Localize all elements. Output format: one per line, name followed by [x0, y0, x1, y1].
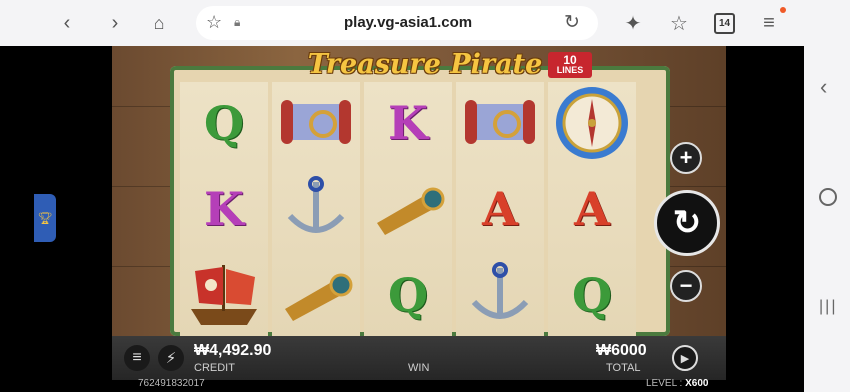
symbol-ship-icon	[180, 254, 268, 336]
credit-label: CREDIT	[194, 362, 235, 374]
reel-4: A	[456, 82, 544, 344]
lines-label: LINES	[556, 65, 584, 75]
notification-dot	[780, 7, 786, 13]
nav-home-icon[interactable]	[819, 188, 837, 206]
symbol-a: A	[482, 182, 518, 236]
status-bar: 762491832017 LEVEL : X600	[112, 378, 726, 392]
increase-bet-button[interactable]: +	[670, 142, 702, 174]
symbol-scroll-icon	[272, 82, 360, 164]
address-bar[interactable]: ☆ 🔒︎ play.vg-asia1.com ↻	[196, 6, 598, 40]
symbol-anchor-icon	[272, 168, 360, 250]
level-label: LEVEL :	[646, 378, 683, 389]
credit-value: ₩4,492.90	[194, 342, 272, 359]
lock-icon: 🔒︎	[234, 15, 241, 29]
decrease-bet-button[interactable]: −	[670, 270, 702, 302]
menu-icon[interactable]: ≡	[756, 10, 782, 36]
total-bet-label: TOTAL	[606, 362, 641, 374]
bookmark-star-icon[interactable]: ☆	[666, 10, 692, 36]
trophy-icon[interactable]: 🏆︎	[34, 194, 56, 242]
tabs-icon[interactable]: 14	[714, 13, 735, 34]
symbol-k: K	[204, 182, 244, 236]
url-text[interactable]: play.vg-asia1.com	[344, 14, 472, 31]
symbol-k: K	[388, 96, 428, 150]
device-nav-panel: ‹ |||	[804, 46, 850, 392]
home-icon[interactable]: ⌂	[146, 10, 172, 36]
reel-5: A Q	[548, 82, 636, 344]
nav-back-icon[interactable]: ‹	[820, 74, 827, 100]
reel-2	[272, 82, 360, 344]
symbol-q: Q	[203, 96, 245, 150]
total-bet-value: ₩6000	[596, 342, 647, 359]
right-letterbox	[726, 46, 804, 392]
symbol-a: A	[574, 182, 610, 236]
nav-recents-icon[interactable]: |||	[819, 298, 837, 316]
autoplay-icon[interactable]: ▶	[672, 345, 698, 371]
forward-icon[interactable]: ›	[102, 10, 128, 36]
symbol-spyglass-icon	[272, 254, 360, 336]
reload-icon[interactable]: ↻	[564, 11, 580, 34]
browser-toolbar: ‹ › ⌂ ☆ 🔒︎ play.vg-asia1.com ↻ ✦ ☆ 14 ≡	[0, 0, 850, 46]
game-menu-icon[interactable]: ≡	[124, 345, 150, 371]
spin-button[interactable]: ↻	[654, 190, 720, 256]
game-title: Treasure Pirate	[307, 48, 543, 80]
reels: Q K K Q A A Q	[180, 82, 660, 344]
lines-number: 10	[563, 53, 577, 67]
level-indicator: LEVEL : X600	[646, 378, 708, 389]
session-id: 762491832017	[138, 378, 205, 389]
symbol-scroll-icon	[456, 82, 544, 164]
game-canvas[interactable]: Treasure Pirate 10 LINES Q K K Q A A Q +…	[34, 46, 726, 392]
symbol-compass-icon	[548, 82, 636, 164]
reel-1: Q K	[180, 82, 268, 344]
left-letterbox	[0, 46, 34, 392]
turbo-icon[interactable]: ⚡︎	[158, 345, 184, 371]
symbol-q: Q	[387, 268, 429, 322]
symbol-spyglass-icon	[364, 168, 452, 250]
back-icon[interactable]: ‹	[54, 10, 80, 36]
bottom-bar: ≡ ⚡︎ ₩4,492.90 CREDIT WIN ₩6000 TOTAL ▶	[112, 336, 726, 380]
symbol-anchor-icon	[456, 254, 544, 336]
sparkle-icon[interactable]: ✦	[620, 10, 646, 36]
symbol-q: Q	[571, 268, 613, 322]
win-label: WIN	[408, 362, 430, 374]
lines-badge: 10 LINES	[548, 52, 592, 78]
star-icon[interactable]: ☆	[206, 12, 222, 33]
level-value: X600	[685, 378, 709, 389]
reel-3: K Q	[364, 82, 452, 344]
